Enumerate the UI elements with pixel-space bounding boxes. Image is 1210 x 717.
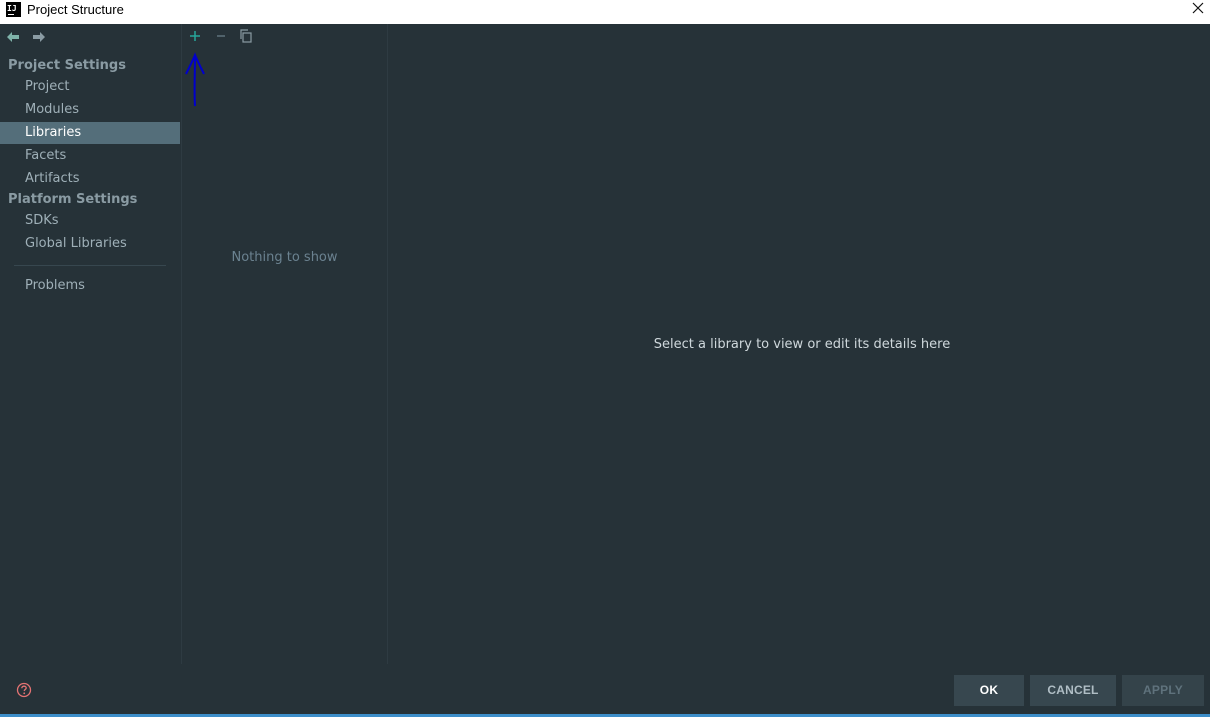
sidebar-item-problems[interactable]: Problems <box>0 275 180 297</box>
sidebar-item-global-libraries[interactable]: Global Libraries <box>0 233 180 255</box>
cancel-button[interactable]: CANCEL <box>1030 675 1116 706</box>
sidebar-item-modules[interactable]: Modules <box>0 99 180 121</box>
window-title: Project Structure <box>27 2 124 17</box>
sidebar-item-facets[interactable]: Facets <box>0 145 180 167</box>
empty-list-message: Nothing to show <box>231 250 338 265</box>
platform-settings-header: Platform Settings <box>8 192 138 207</box>
sidebar-divider <box>14 265 166 266</box>
sidebar-item-sdks[interactable]: SDKs <box>0 210 180 232</box>
sidebar-item-label: Project <box>25 79 70 94</box>
title-bar: IJ Project Structure <box>0 0 1210 24</box>
help-icon[interactable] <box>16 682 32 698</box>
arrow-left-icon[interactable] <box>6 30 20 44</box>
sidebar-item-label: Facets <box>25 148 67 163</box>
copy-icon[interactable] <box>238 28 254 44</box>
plus-icon[interactable] <box>187 28 203 44</box>
ok-button[interactable]: OK <box>954 675 1024 706</box>
apply-button[interactable]: APPLY <box>1122 675 1204 706</box>
sidebar-item-label: Modules <box>25 102 80 117</box>
sidebar-item-label: Artifacts <box>25 171 80 186</box>
sidebar-item-project[interactable]: Project <box>0 76 180 98</box>
dialog-footer: OK CANCEL APPLY <box>0 664 1210 717</box>
arrow-right-icon[interactable] <box>32 30 46 44</box>
sidebar-item-libraries[interactable]: Libraries <box>0 122 180 144</box>
detail-placeholder-text: Select a library to view or edit its det… <box>653 337 951 352</box>
sidebar-item-label: Global Libraries <box>25 236 127 251</box>
project-settings-header: Project Settings <box>8 58 126 73</box>
library-detail-panel: Select a library to view or edit its det… <box>388 24 1210 664</box>
app-icon-label: IJ <box>7 4 17 13</box>
close-icon[interactable] <box>1190 0 1206 16</box>
minus-icon[interactable] <box>213 28 229 44</box>
sidebar: Project Settings Project Modules Librari… <box>0 24 180 664</box>
sidebar-item-label: SDKs <box>25 213 59 228</box>
sidebar-item-artifacts[interactable]: Artifacts <box>0 168 180 190</box>
annotation-arrow-icon <box>185 52 205 107</box>
sidebar-item-label: Libraries <box>25 125 82 140</box>
sidebar-item-label: Problems <box>25 278 85 293</box>
intellij-app-icon: IJ <box>6 2 21 17</box>
library-list-panel: Nothing to show <box>181 24 388 664</box>
